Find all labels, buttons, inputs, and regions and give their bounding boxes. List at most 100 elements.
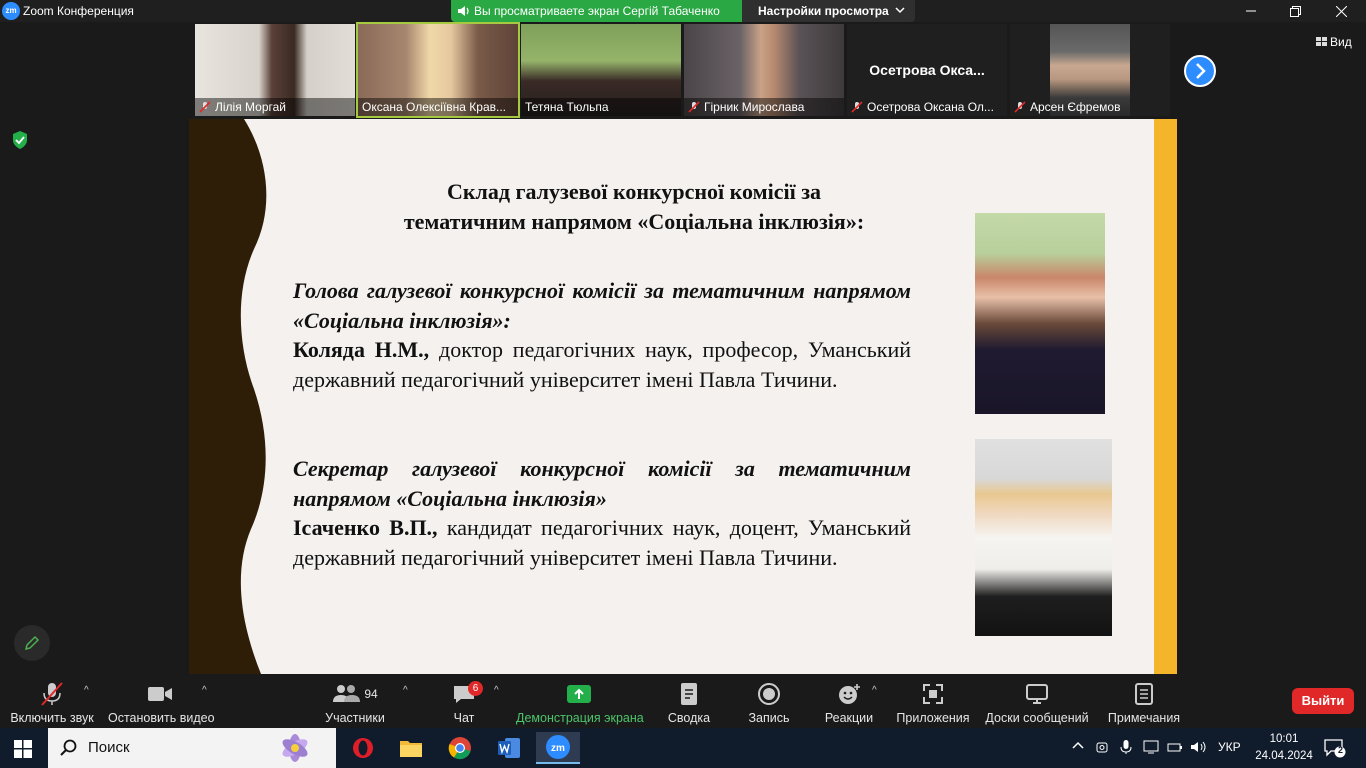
participant-name: Арсен Єфремов	[1030, 100, 1121, 114]
mic-muted-icon	[41, 682, 63, 706]
chat-label: Чат	[453, 711, 475, 725]
head-photo	[975, 213, 1105, 414]
chat-unread-badge: 6	[468, 681, 483, 696]
security-shield-icon[interactable]	[11, 130, 29, 155]
close-button[interactable]	[1318, 0, 1364, 22]
search-icon	[60, 739, 77, 756]
opera-icon	[353, 738, 373, 758]
view-options-label: Настройки просмотра	[758, 4, 889, 18]
chat-options-caret[interactable]: ^	[494, 685, 499, 696]
shared-screen: Склад галузевої конкурсної комісії за те…	[189, 119, 1177, 674]
participants-count: 94	[364, 687, 378, 701]
share-screen-icon	[567, 685, 591, 703]
whiteboards-button[interactable]: Доски сообщений	[984, 679, 1090, 725]
view-button[interactable]: Вид	[1316, 35, 1352, 49]
secretary-photo	[975, 439, 1112, 636]
apps-label: Приложения	[896, 711, 970, 725]
head-role: Голова галузевої конкурсної комісії за т…	[293, 278, 911, 333]
unmute-button[interactable]: Включить звук	[8, 679, 96, 725]
camera-tray-icon	[1096, 742, 1108, 753]
microphone-tray-icon[interactable]	[1120, 740, 1132, 757]
chevron-down-icon	[895, 7, 905, 14]
annotate-button[interactable]	[14, 625, 50, 661]
apps-icon	[923, 684, 943, 704]
word-taskbar-button[interactable]	[487, 732, 531, 764]
participant-tile[interactable]: Арсен Єфремов	[1010, 24, 1170, 116]
chevron-up-icon	[1072, 741, 1084, 749]
participant-name: Осетрова Оксана Ол...	[867, 100, 994, 114]
minimize-button[interactable]	[1228, 0, 1274, 22]
participant-name: Тетяна Тюльпа	[525, 100, 609, 114]
participants-button[interactable]: 94 Участники	[322, 679, 388, 725]
secretary-role: Секретар галузевої конкурсної комісії за…	[293, 456, 911, 511]
pencil-icon	[24, 635, 40, 651]
summary-doc-icon	[681, 683, 697, 705]
whiteboard-icon	[1026, 684, 1048, 704]
head-paragraph: Голова галузевої конкурсної комісії за т…	[293, 276, 911, 394]
reactions-options-caret[interactable]: ^	[872, 685, 877, 696]
record-label: Запись	[748, 711, 790, 725]
head-name: Коляда Н.М.,	[293, 337, 430, 362]
secretary-name: Ісаченко В.П.,	[293, 515, 438, 540]
participants-label: Участники	[325, 711, 385, 725]
show-hidden-icons-button[interactable]	[1072, 740, 1084, 755]
summary-button[interactable]: Сводка	[664, 679, 714, 725]
participant-name: Оксана Олексіївна Крав...	[362, 100, 507, 114]
windows-logo-icon	[14, 740, 32, 758]
next-page-button[interactable]	[1184, 55, 1216, 87]
file-explorer-taskbar-button[interactable]	[389, 732, 433, 764]
view-button-label: Вид	[1330, 35, 1352, 49]
participant-tile[interactable]: Гірник Мирослава	[684, 24, 844, 116]
battery-tray-icon[interactable]	[1167, 740, 1183, 757]
volume-icon	[1191, 741, 1206, 753]
participants-icon	[333, 685, 361, 702]
participant-tile[interactable]: Оксана Олексіївна Крав...	[356, 22, 520, 118]
view-options-button[interactable]: Настройки просмотра	[742, 0, 915, 22]
video-options-caret[interactable]: ^	[202, 685, 207, 696]
reactions-button[interactable]: Реакции	[822, 679, 876, 725]
close-icon	[1335, 5, 1347, 17]
stop-video-button[interactable]: Остановить видео	[108, 679, 215, 725]
folder-icon	[400, 741, 422, 757]
display-tray-icon[interactable]	[1143, 740, 1159, 757]
zoom-logo-icon: zm	[2, 2, 20, 20]
audio-options-caret[interactable]: ^	[84, 685, 89, 696]
leave-meeting-button[interactable]: Выйти	[1292, 688, 1354, 714]
participant-tile[interactable]: Осетрова Окса... Осетрова Оксана Ол...	[847, 24, 1007, 116]
display-icon	[1143, 740, 1159, 754]
notification-count: 2	[1337, 745, 1343, 755]
chrome-taskbar-button[interactable]	[438, 732, 482, 764]
chrome-icon	[448, 737, 471, 760]
taskbar-search-box[interactable]: Поиск	[48, 728, 336, 768]
slide-title-line: тематичним напрямом «Соціальна інклюзія»…	[403, 209, 865, 234]
meeting-toolbar: Включить звук ^ Остановить видео ^ 94 Уч…	[0, 675, 1366, 727]
meet-now-tray-icon[interactable]	[1096, 740, 1110, 757]
participants-options-caret[interactable]: ^	[403, 685, 408, 696]
record-button[interactable]: Запись	[744, 679, 794, 725]
volume-tray-icon[interactable]	[1190, 740, 1208, 757]
share-screen-button[interactable]: Демонстрация экрана	[516, 679, 644, 725]
start-button[interactable]	[14, 740, 32, 763]
notifications-button[interactable]: 2	[1324, 738, 1346, 761]
opera-taskbar-button[interactable]	[341, 732, 385, 764]
participant-tile[interactable]: Лілія Моргай	[195, 24, 355, 116]
zoom-taskbar-button[interactable]: zm	[536, 732, 580, 764]
svg-text:zm: zm	[551, 743, 565, 754]
mic-icon	[1120, 740, 1132, 754]
chat-button[interactable]: 6 Чат	[440, 679, 488, 725]
speaker-icon	[458, 6, 469, 16]
mic-muted-icon	[688, 101, 700, 113]
taskbar-clock[interactable]: 10:01 24.04.2024	[1254, 731, 1314, 765]
slide-stripe	[1154, 119, 1177, 674]
participant-tile[interactable]: Тетяна Тюльпа	[521, 24, 681, 116]
slide-title: Склад галузевої конкурсної комісії за те…	[349, 177, 919, 237]
notes-button[interactable]: Примечания	[1106, 679, 1182, 725]
participant-display-name: Осетрова Окса...	[869, 62, 985, 78]
zoom-app-icon: zm	[546, 735, 570, 759]
clock-time: 10:01	[1269, 733, 1299, 745]
apps-button[interactable]: Приложения	[896, 679, 970, 725]
slide-decor-band	[189, 119, 267, 674]
restore-button[interactable]	[1272, 0, 1318, 22]
mic-muted-icon	[851, 101, 863, 113]
input-language[interactable]: УКР	[1218, 740, 1241, 754]
